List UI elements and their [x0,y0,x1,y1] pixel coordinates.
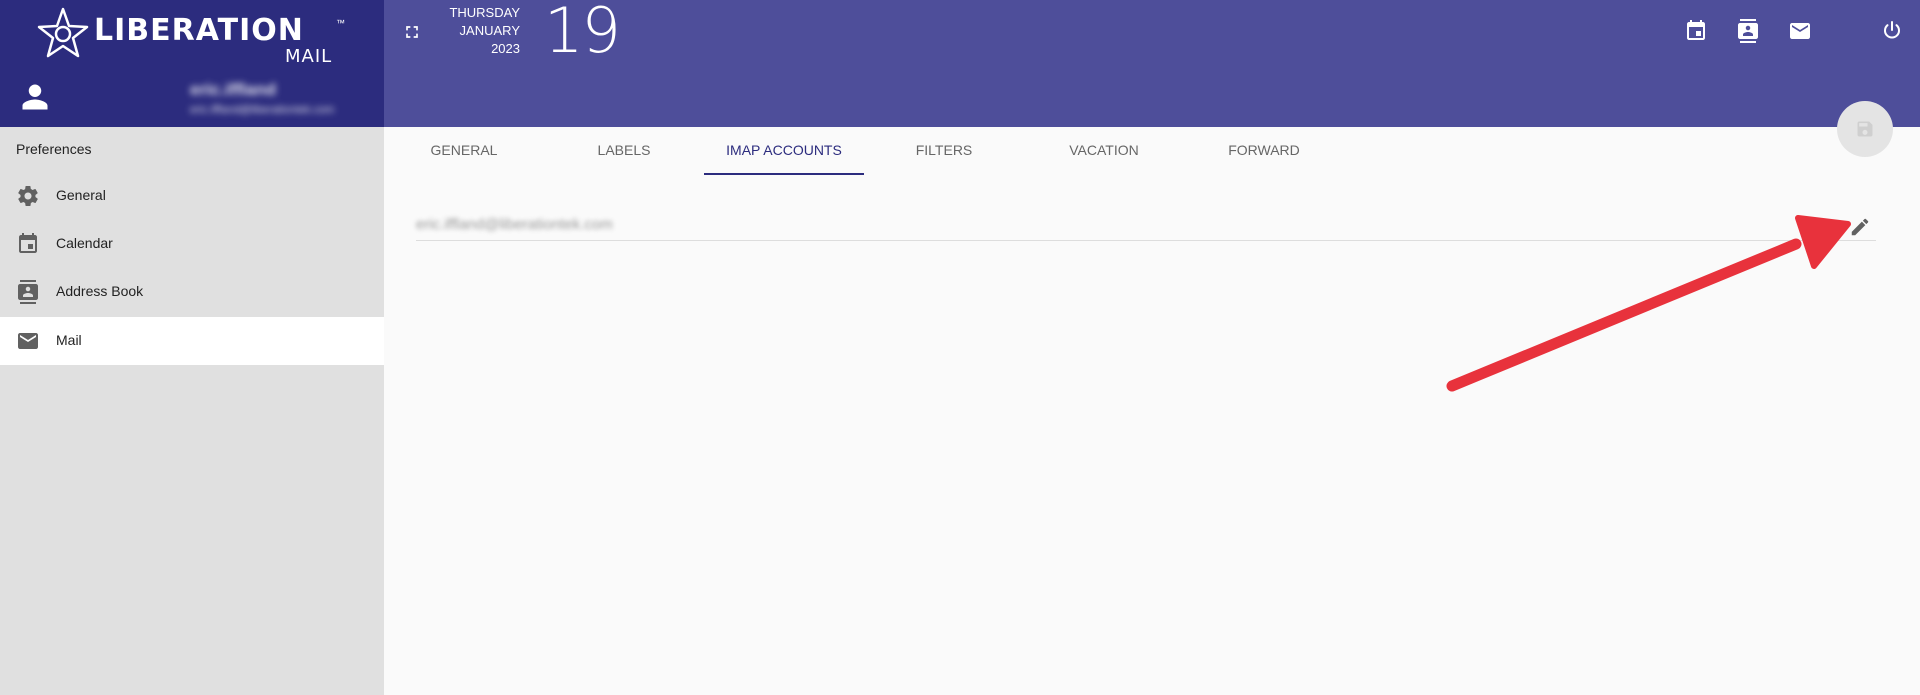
sidebar-item-label: Address Book [56,283,144,299]
contacts-icon[interactable] [1736,19,1760,43]
power-icon[interactable] [1880,19,1904,43]
sidebar-item-general[interactable]: General [0,172,384,220]
user-name: eric.iffland [190,80,276,99]
sidebar-item-calendar[interactable]: Calendar [0,220,384,268]
tab-forward[interactable]: FORWARD [1184,127,1344,175]
brand-panel: LIBERATION ™ MAIL eric.iffland eric.iffl… [0,0,384,127]
sidebar-item-address-book[interactable]: Address Book [0,268,384,316]
mail-icon[interactable] [1788,19,1812,43]
imap-account-email: eric.iffland@liberationtek.com [416,216,613,233]
user-info: eric.iffland eric.iffland@liberationtek.… [190,80,334,116]
calendar-icon[interactable] [1684,19,1708,43]
sidebar-item-mail[interactable]: Mail [0,317,384,365]
gear-icon [18,186,38,207]
tab-labels[interactable]: LABELS [544,127,704,175]
sidebar-item-label: Calendar [56,235,113,251]
sidebar-title: Preferences [16,141,92,157]
date-day: 19 [544,0,621,67]
date-words: THURSDAY JANUARY 2023 [430,4,520,58]
tab-general[interactable]: GENERAL [384,127,544,175]
user-icon[interactable] [20,82,50,112]
tab-vacation[interactable]: VACATION [1024,127,1184,175]
sidebar-item-label: Mail [56,332,82,348]
fullscreen-icon[interactable] [402,22,422,42]
calendar-icon [19,233,37,253]
save-button[interactable] [1837,101,1893,157]
logo-trademark: ™ [336,18,345,28]
date-year: 2023 [491,41,520,56]
save-icon [1857,121,1873,137]
date-month: JANUARY [459,23,520,38]
mail-icon [18,333,38,349]
star-logo-icon [37,7,89,58]
logo-text: LIBERATION [94,12,304,48]
tab-imap-accounts[interactable]: IMAP ACCOUNTS [704,127,864,175]
user-email: eric.iffland@liberationtek.com [190,104,335,116]
annotation-arrow [1446,215,1851,392]
logo: LIBERATION [36,6,304,60]
logo-subtitle: MAIL [285,46,333,67]
date-weekday: THURSDAY [449,5,520,20]
contact-card-icon [18,280,38,304]
tab-filters[interactable]: FILTERS [864,127,1024,175]
sidebar: Preferences General Calendar Address Boo… [0,127,384,695]
top-header: LIBERATION ™ MAIL eric.iffland eric.iffl… [0,0,1920,127]
sidebar-item-label: General [56,187,106,203]
